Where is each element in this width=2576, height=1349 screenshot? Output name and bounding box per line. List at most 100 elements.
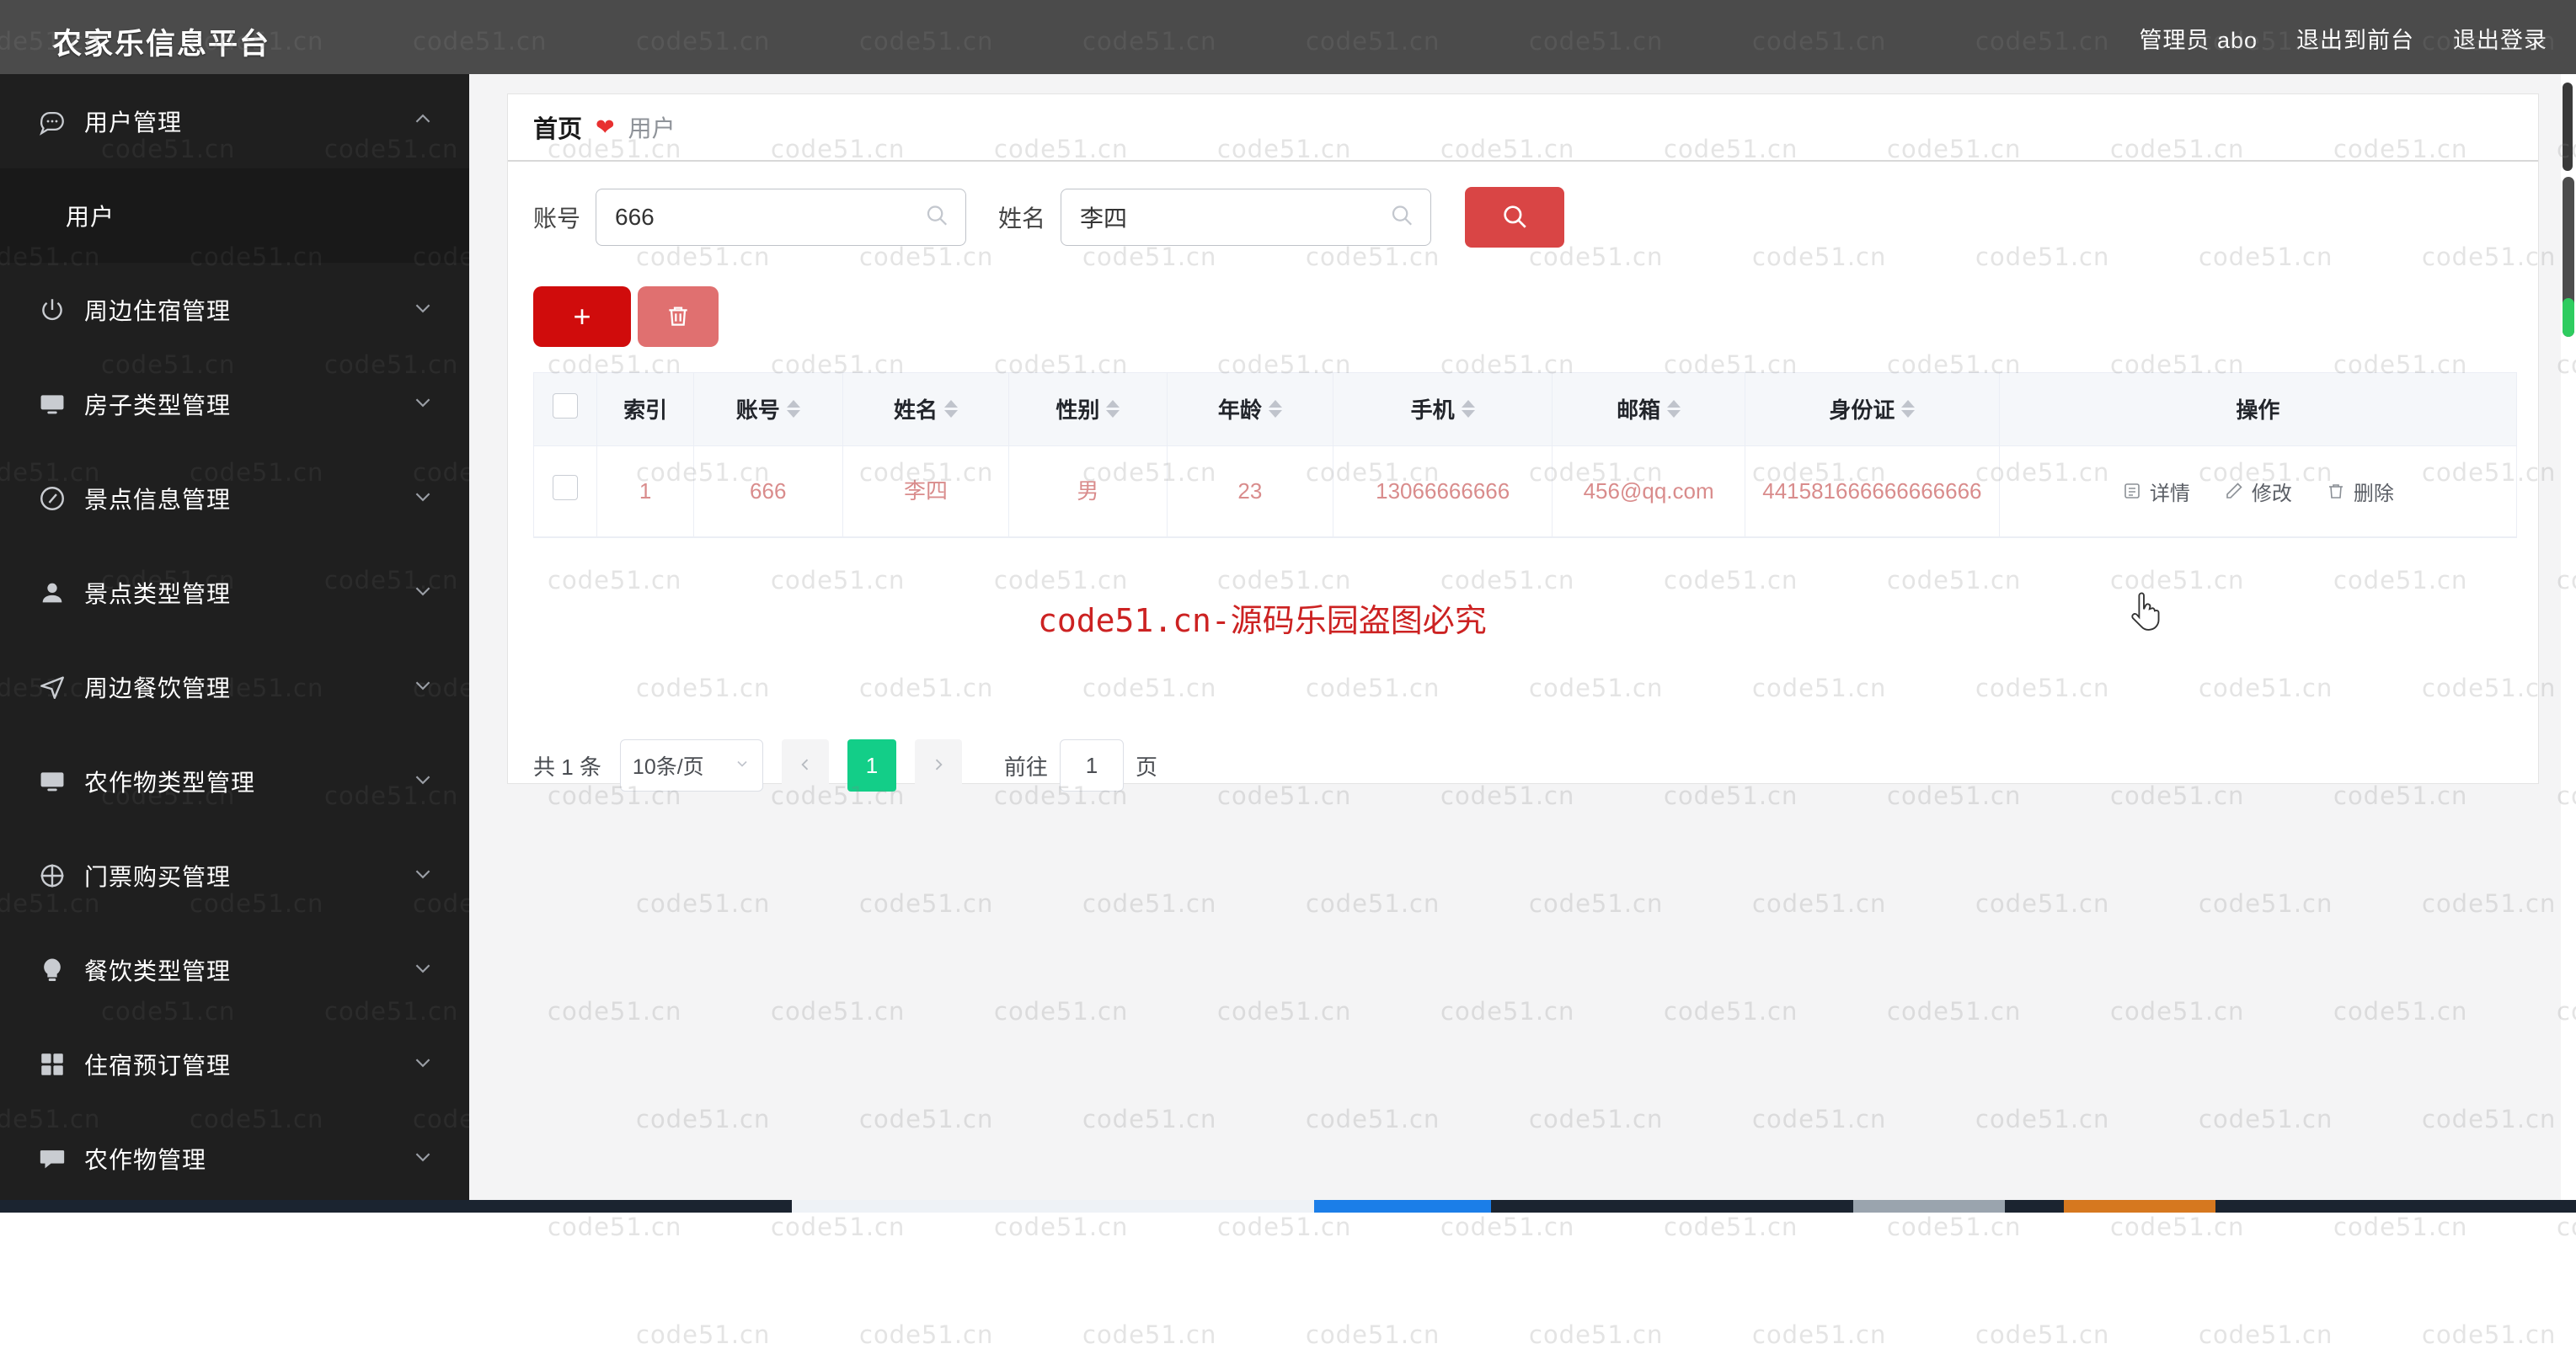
- cell-idcard: 441581666666666666: [1745, 445, 2000, 536]
- taskbar-window-1[interactable]: [792, 1200, 1314, 1213]
- app-title: 农家乐信息平台: [52, 20, 270, 63]
- row-checkbox-cell[interactable]: [534, 445, 597, 536]
- batch-delete-button[interactable]: [638, 286, 719, 347]
- add-button[interactable]: +: [533, 286, 631, 347]
- delete-button[interactable]: 删除: [2326, 477, 2394, 506]
- jump-page-input[interactable]: [1060, 739, 1124, 792]
- watermark-text: code51.cn: [1664, 1213, 1798, 1241]
- page-scrollbar-thumb-highlight[interactable]: [2563, 298, 2574, 337]
- chevron-right-icon: [930, 753, 947, 779]
- taskbar-mid: [1491, 1200, 1853, 1213]
- sidebar-item-label: 门票购买管理: [84, 859, 231, 893]
- cell-account: 666: [693, 445, 842, 536]
- os-taskbar[interactable]: [0, 1200, 2576, 1213]
- sidebar-item-accommodation-booking[interactable]: 住宿预订管理: [0, 1017, 469, 1112]
- sort-icon[interactable]: [944, 400, 958, 418]
- sort-icon[interactable]: [1269, 400, 1282, 418]
- table-header-name[interactable]: 姓名: [842, 373, 1009, 445]
- cell-name: 李四: [842, 445, 1009, 536]
- table-header-row: 索引 账号 姓名 性别: [534, 373, 2516, 445]
- watermark-text: code51.cn: [1440, 1213, 1574, 1241]
- logout-link[interactable]: 退出登录: [2453, 22, 2547, 55]
- page-scrollbar-thumb-upper[interactable]: [2563, 83, 2573, 171]
- watermark-text: code51.cn: [190, 1320, 323, 1349]
- edit-button[interactable]: 修改: [2224, 477, 2292, 506]
- heart-icon: ❤: [596, 116, 615, 139]
- table-header-select-all[interactable]: [534, 373, 597, 445]
- pagination-prev-button[interactable]: [782, 739, 829, 792]
- sidebar-item-label: 景点信息管理: [84, 482, 231, 515]
- chevron-down-icon: [412, 769, 434, 795]
- sidebar-item-scenic-info[interactable]: 景点信息管理: [0, 451, 469, 546]
- watermark-text: code51.cn: [0, 1320, 100, 1349]
- comment-icon: [35, 1142, 69, 1176]
- monitor-icon: [35, 387, 69, 421]
- trash-icon: [2326, 481, 2346, 501]
- sidebar-item-nearby-accommodation[interactable]: 周边住宿管理: [0, 263, 469, 357]
- pagination-page-1[interactable]: 1: [847, 739, 896, 792]
- sidebar-item-crop-management[interactable]: 农作物管理: [0, 1112, 469, 1200]
- breadcrumb: 首页 ❤ 用户: [508, 94, 2538, 162]
- table-header-age[interactable]: 年龄: [1167, 373, 1333, 445]
- column-label: 性别: [1056, 393, 1099, 424]
- table-header-gender[interactable]: 性别: [1009, 373, 1167, 445]
- table-header-index: 索引: [597, 373, 693, 445]
- taskbar-window-3[interactable]: [2064, 1200, 2215, 1213]
- sidebar[interactable]: 用户管理 用户 周边住宿管理 房子类型管理: [0, 74, 469, 1200]
- sidebar-item-crop-type[interactable]: 农作物类型管理: [0, 734, 469, 829]
- table-header-account[interactable]: 账号: [693, 373, 842, 445]
- sidebar-item-label: 景点类型管理: [84, 576, 231, 610]
- sidebar-item-dining-type[interactable]: 餐饮类型管理: [0, 923, 469, 1017]
- select-all-checkbox[interactable]: [553, 393, 578, 419]
- watermark-text: code51.cn: [2199, 1320, 2333, 1349]
- sidebar-item-label: 周边住宿管理: [84, 293, 231, 327]
- sidebar-item-ticket-purchase[interactable]: 门票购买管理: [0, 829, 469, 923]
- sidebar-item-user-management[interactable]: 用户管理: [0, 74, 469, 168]
- taskbar-window-active[interactable]: [1314, 1200, 1491, 1213]
- detail-button[interactable]: 详情: [2122, 477, 2190, 506]
- taskbar-spacer: [2005, 1200, 2064, 1213]
- chevron-down-icon: [412, 863, 434, 889]
- sidebar-item-house-type[interactable]: 房子类型管理: [0, 357, 469, 451]
- page-size-select[interactable]: 10条/页: [620, 739, 763, 792]
- navigation-icon: [35, 670, 69, 704]
- sidebar-item-nearby-dining[interactable]: 周边餐饮管理: [0, 640, 469, 734]
- watermark-text: code51.cn: [1082, 1320, 1216, 1349]
- account-label: 账号: [533, 200, 580, 234]
- plus-icon: +: [573, 301, 591, 332]
- table-header-email[interactable]: 邮箱: [1553, 373, 1745, 445]
- search-icon: [1500, 202, 1529, 233]
- exit-to-frontend-link[interactable]: 退出到前台: [2296, 22, 2414, 55]
- breadcrumb-home[interactable]: 首页: [533, 109, 582, 145]
- account-input[interactable]: [596, 189, 966, 246]
- name-input[interactable]: [1061, 189, 1431, 246]
- chevron-down-icon: [412, 674, 434, 701]
- chevron-left-icon: [797, 753, 814, 779]
- page-size-value: 10条/页: [633, 750, 704, 781]
- name-input-wrap: [1061, 189, 1431, 246]
- sort-icon[interactable]: [1462, 400, 1475, 418]
- taskbar-window-2[interactable]: [1853, 1200, 2005, 1213]
- sort-icon[interactable]: [787, 400, 800, 418]
- column-label: 邮箱: [1617, 393, 1660, 424]
- sidebar-item-label: 周边餐饮管理: [84, 670, 231, 704]
- table-header-phone[interactable]: 手机: [1333, 373, 1553, 445]
- trash-icon: [665, 302, 692, 332]
- table-header-idcard[interactable]: 身份证: [1745, 373, 2000, 445]
- sidebar-subitem-user[interactable]: 用户: [0, 168, 469, 263]
- sidebar-item-label: 农作物类型管理: [84, 765, 255, 798]
- table-row[interactable]: 1 666 李四 男 23 13066666666 456@qq.com 441…: [534, 445, 2516, 536]
- sidebar-item-scenic-type[interactable]: 景点类型管理: [0, 546, 469, 640]
- admin-name[interactable]: 管理员 abo: [2139, 22, 2258, 55]
- watermark-text: code51.cn: [1887, 1213, 2021, 1241]
- chevron-down-icon: [734, 754, 751, 778]
- sort-icon[interactable]: [1901, 400, 1915, 418]
- search-button[interactable]: [1465, 187, 1564, 248]
- row-checkbox[interactable]: [553, 475, 578, 500]
- sort-icon[interactable]: [1106, 400, 1120, 418]
- sidebar-item-label: 餐饮类型管理: [84, 953, 231, 987]
- watermark-text: code51.cn: [1306, 1320, 1440, 1349]
- sort-icon[interactable]: [1667, 400, 1681, 418]
- pagination-next-button[interactable]: [915, 739, 962, 792]
- pencil-icon: [2224, 481, 2244, 501]
